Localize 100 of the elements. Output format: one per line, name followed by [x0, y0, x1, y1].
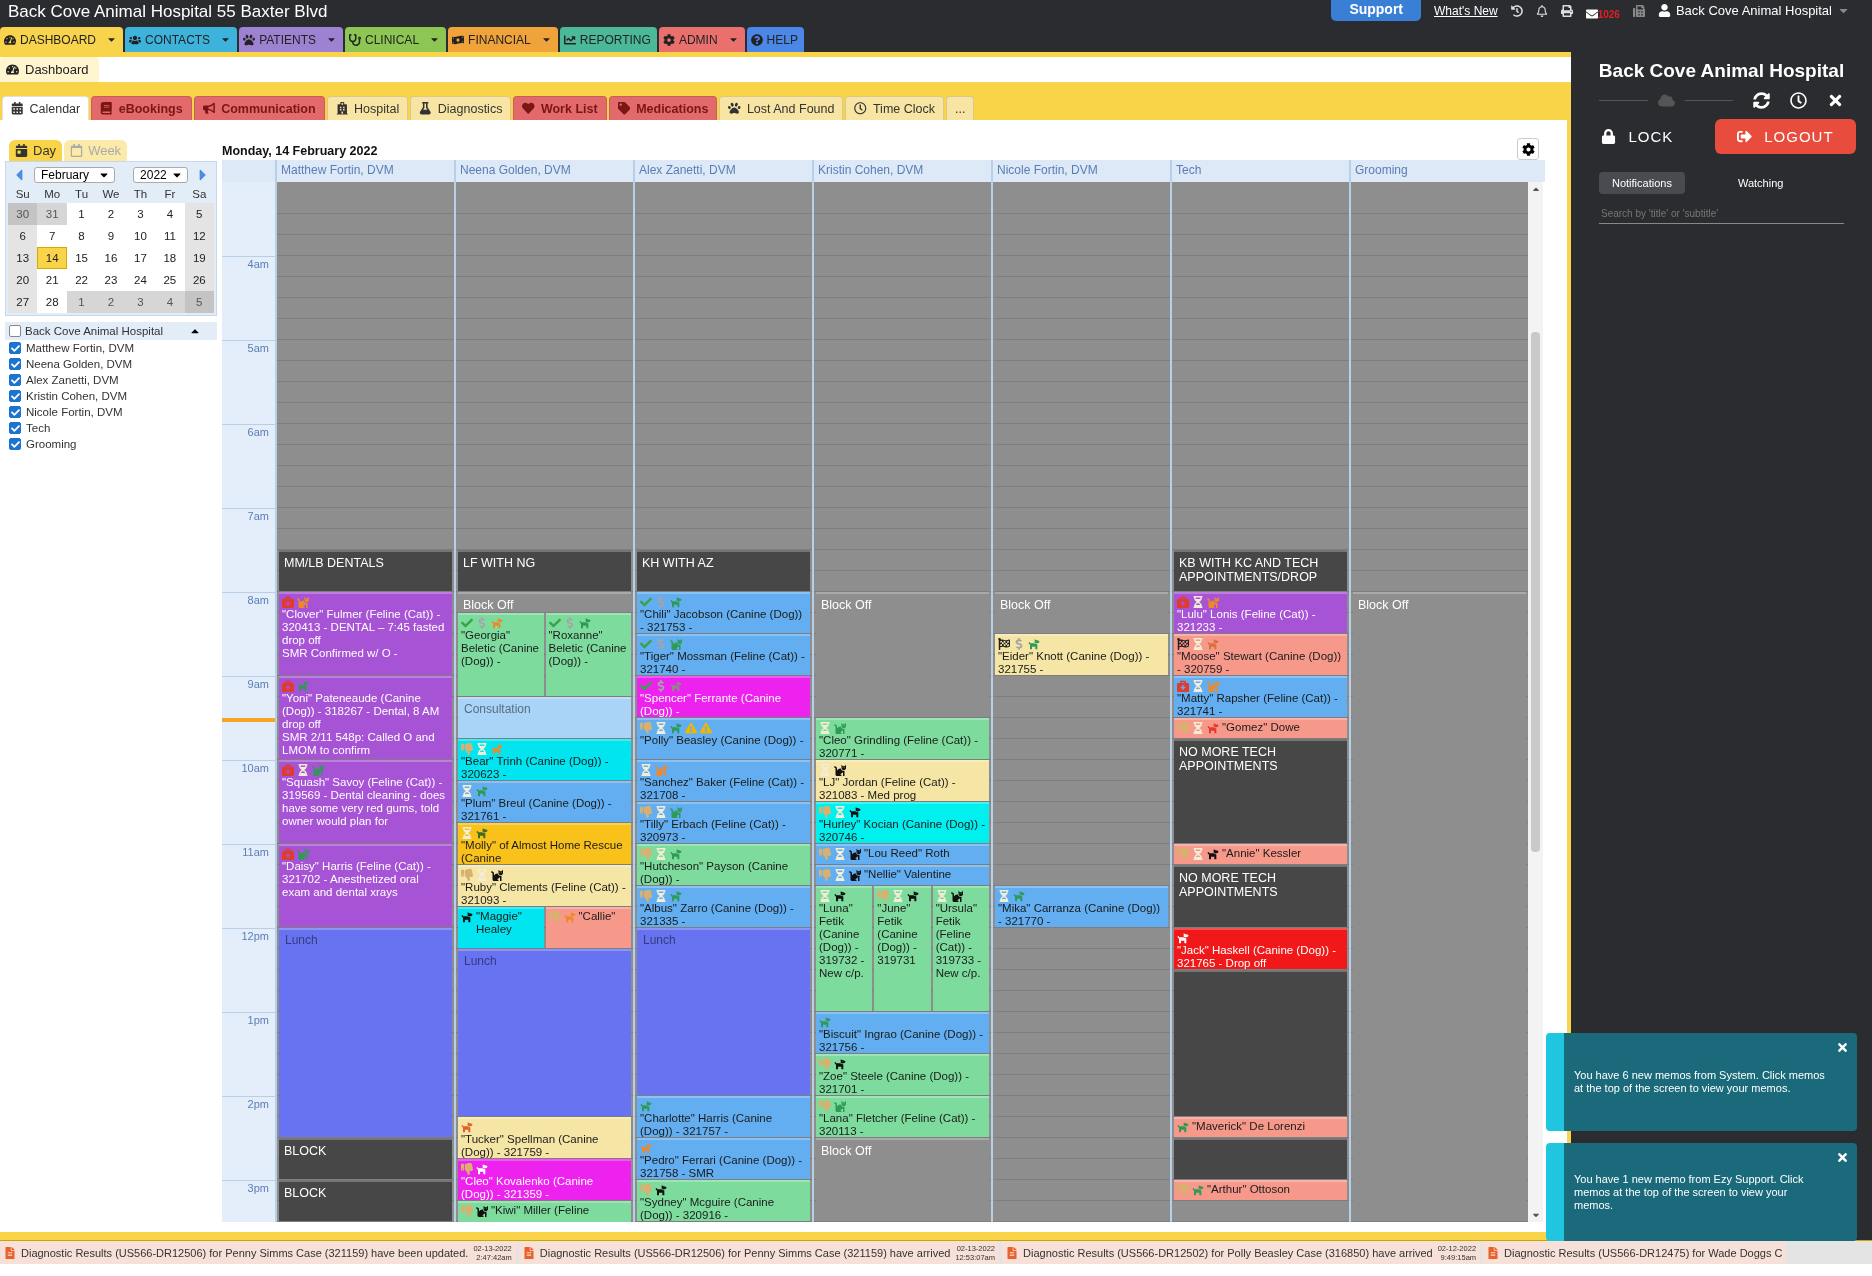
- appointment[interactable]: "Chili" Jacobson (Canine (Dog)) - 321753 -: [637, 592, 810, 633]
- calendar-day[interactable]: 23: [96, 269, 126, 291]
- history-icon[interactable]: [1510, 4, 1523, 17]
- calendar-day[interactable]: 30: [8, 203, 38, 225]
- calendar-day[interactable]: 4: [155, 291, 185, 313]
- appointment[interactable]: "Mika" Carranza (Canine (Dog)) - 321770 -: [995, 886, 1168, 927]
- appointment[interactable]: "Maverick" De Lorenzi: [1174, 1117, 1347, 1137]
- appointment[interactable]: "Lou Reed" Roth: [816, 844, 989, 864]
- nav-tab[interactable]: FINANCIAL: [448, 27, 558, 52]
- appointment[interactable]: "Matty" Rapsher (Feline (Cat)) - 321741 -: [1174, 676, 1347, 717]
- calendar-day[interactable]: 19: [184, 247, 214, 269]
- calendar-day[interactable]: 25: [155, 269, 185, 291]
- calendar-day[interactable]: 1: [66, 291, 97, 313]
- appointment[interactable]: "Callie": [545, 907, 631, 948]
- appointment[interactable]: "Tiger" Mossman (Feline (Cat)) - 321740 -: [637, 634, 810, 675]
- calendar-day[interactable]: 6: [8, 225, 38, 247]
- calendar-day[interactable]: 17: [125, 247, 156, 269]
- calendar-day[interactable]: 14: [37, 247, 67, 269]
- appointment[interactable]: "Gomez" Dowe: [1174, 718, 1347, 738]
- calendar-day[interactable]: 12: [184, 225, 214, 247]
- refresh-icon[interactable]: [1753, 92, 1770, 109]
- mail-icon[interactable]: [1585, 8, 1598, 20]
- appointment[interactable]: "Sydney" Mcguire (Canine (Dog)) - 320916 -: [637, 1180, 810, 1221]
- year-select[interactable]: 2022: [133, 167, 188, 183]
- appointment[interactable]: "Kiwi" Miller (Feline: [458, 1201, 631, 1222]
- appointment[interactable]: "Lulu" Lonis (Feline (Cat)) - 321233 -: [1174, 592, 1347, 633]
- appointment[interactable]: "Ursula" Fetik (Feline (Cat)) - 319733 - New c/p.: [932, 886, 989, 1011]
- checkbox[interactable]: [9, 342, 21, 354]
- appointment[interactable]: "Charlotte" Harris (Canine (Dog)) - 321757 -: [637, 1096, 810, 1137]
- ticker-item[interactable]: Diagnostic Results (US566-DR12475) for Wade Doggs C: [1483, 1241, 1787, 1264]
- appointment[interactable]: "Maggie" Healey: [458, 907, 544, 948]
- calendar-day[interactable]: 3: [125, 203, 156, 225]
- close-icon[interactable]: [1836, 1151, 1849, 1164]
- reserved-slot[interactable]: Consultation: [458, 697, 631, 738]
- appointment[interactable]: "Lana" Fletcher (Feline (Cat)) - 320113 -: [816, 1096, 989, 1137]
- calendar-day[interactable]: 20: [8, 269, 38, 291]
- appointment[interactable]: "Nellie" Valentine: [816, 865, 989, 885]
- user-menu[interactable]: Back Cove Animal Hospital: [1657, 3, 1850, 18]
- appointment[interactable]: "Tilly" Erbach (Feline (Cat)) - 320973 -: [637, 802, 810, 843]
- appointment[interactable]: "Biscuit" Ingrao (Canine (Dog)) - 321756 -: [816, 1012, 989, 1053]
- appointment[interactable]: "Arthur" Ottoson: [1174, 1180, 1347, 1200]
- schedule-block[interactable]: MM/LB DENTALS: [279, 550, 452, 591]
- calendar-day[interactable]: 15: [66, 247, 97, 269]
- calendar-day[interactable]: 10: [125, 225, 156, 247]
- schedule-block[interactable]: LF WITH NG: [458, 550, 631, 591]
- nav-tab[interactable]: CONTACTS: [125, 27, 238, 52]
- module-tab[interactable]: Hospital: [326, 96, 409, 120]
- schedule-block[interactable]: KB WITH KC AND TECH APPOINTMENTS/DROP: [1174, 550, 1347, 591]
- calendar-day[interactable]: 5: [184, 291, 214, 313]
- appointment[interactable]: "Roxanne" Beletic (Canine (Dog)) -: [545, 613, 631, 696]
- appointment[interactable]: "Zoe" Steele (Canine (Dog)) - 321701 -: [816, 1054, 989, 1095]
- search-field[interactable]: Search by 'title' or 'subtitle': [1599, 204, 1844, 224]
- calendar-day[interactable]: 13: [8, 247, 38, 269]
- appointment[interactable]: "Molly" of Almost Home Rescue (Canine: [458, 823, 631, 864]
- scrollbar-thumb[interactable]: [1531, 332, 1540, 852]
- calendar-day[interactable]: 9: [96, 225, 126, 247]
- checkbox[interactable]: [9, 422, 21, 434]
- appointment[interactable]: "Jack" Haskell (Canine (Dog)) - 321765 - Drop off: [1174, 928, 1347, 969]
- calendar-day[interactable]: 8: [66, 225, 97, 247]
- schedule-block[interactable]: BLOCK: [279, 1138, 452, 1179]
- schedule-block[interactable]: NO MORE TECH APPOINTMENTS: [1174, 865, 1347, 927]
- calendar-day[interactable]: 2: [96, 203, 126, 225]
- month-select[interactable]: February: [34, 167, 116, 183]
- appointment[interactable]: "Plum" Breul (Canine (Dog)) - 321761 -: [458, 781, 631, 822]
- appointment[interactable]: "Clover" Fulmer (Feline (Cat)) - 320413 - DENTAL – 7:45 fasted drop off SMR Confirmed w/ O -: [279, 592, 452, 675]
- appointment[interactable]: "Albus" Zarro (Canine (Dog)) - 321335 -: [637, 886, 810, 927]
- calendar-day[interactable]: 24: [125, 269, 156, 291]
- clock-icon[interactable]: [1790, 92, 1807, 109]
- appointment[interactable]: "Hutcheson" Payson (Canine (Dog)) -: [637, 844, 810, 885]
- calendar-day[interactable]: 16: [96, 247, 126, 269]
- calendar-day[interactable]: 21: [37, 269, 67, 291]
- appointment[interactable]: "Eider" Knott (Canine (Dog)) - 321755 -: [995, 634, 1168, 675]
- calendar-day[interactable]: 26: [184, 269, 214, 291]
- schedule-block[interactable]: BLOCK: [279, 1180, 452, 1221]
- appointment[interactable]: "Tucker" Spellman (Canine (Dog)) - 321759 -: [458, 1117, 631, 1158]
- checkbox[interactable]: [9, 374, 21, 386]
- settings-button[interactable]: [1517, 138, 1539, 160]
- nav-tab[interactable]: REPORTING: [559, 27, 657, 52]
- logout-button[interactable]: LOGOUT: [1715, 119, 1856, 154]
- appointment[interactable]: "Annie" Kessler: [1174, 844, 1347, 864]
- appointment[interactable]: "June" Fetik (Canine (Dog)) - 319731: [874, 886, 931, 1011]
- panel-tab[interactable]: Notifications: [1599, 172, 1685, 194]
- module-tab[interactable]: Time Clock: [845, 96, 944, 120]
- printer-icon[interactable]: [1560, 4, 1573, 17]
- close-icon[interactable]: [1827, 92, 1844, 109]
- calendar-day[interactable]: 18: [155, 247, 185, 269]
- appointment[interactable]: "Georgia" Beletic (Canine (Dog)) -: [458, 613, 544, 696]
- calendar-day[interactable]: 22: [66, 269, 97, 291]
- whats-new-link[interactable]: What's New: [1434, 3, 1498, 18]
- appointment[interactable]: "Luna" Fetik (Canine (Dog)) - 319732 - New c/p.: [816, 886, 873, 1011]
- calendar-day[interactable]: 28: [37, 291, 67, 313]
- checkbox[interactable]: [9, 438, 21, 450]
- checkbox[interactable]: [9, 358, 21, 370]
- module-tab[interactable]: Diagnostics: [410, 96, 512, 120]
- nav-tab[interactable]: ADMIN: [658, 27, 745, 52]
- calendar-day[interactable]: 31: [37, 203, 67, 225]
- schedule-block[interactable]: NO MORE TECH APPOINTMENTS: [1174, 739, 1347, 843]
- module-tab[interactable]: Lost And Found: [719, 96, 844, 120]
- module-tab[interactable]: ...: [946, 96, 975, 120]
- appointment[interactable]: "Bear" Trinh (Canine (Dog)) - 320623 -: [458, 739, 631, 780]
